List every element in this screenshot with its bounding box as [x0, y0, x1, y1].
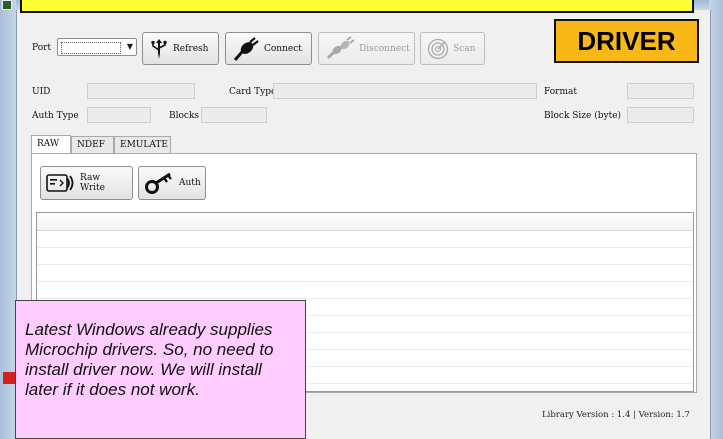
tab-raw-label: RAW	[37, 139, 60, 149]
banner-callout	[20, 0, 694, 13]
plug-icon	[233, 36, 259, 61]
usb-icon	[151, 38, 167, 59]
disconnect-button[interactable]: Disconnect	[318, 32, 415, 65]
table-header	[37, 213, 693, 231]
format-label: Format	[544, 87, 577, 97]
key-icon	[145, 172, 172, 194]
connect-label: Connect	[264, 43, 302, 54]
tab-ndef[interactable]: NDEF	[71, 136, 114, 153]
tab-emulate-label: EMULATE	[120, 140, 168, 150]
block-size-label: Block Size (byte)	[544, 111, 622, 121]
auth-label: Auth	[179, 178, 201, 188]
blocks-label: Blocks	[169, 111, 200, 121]
card-type-field	[273, 83, 537, 99]
port-select-value	[61, 42, 121, 54]
auth-type-field	[87, 107, 151, 123]
scan-button[interactable]: Scan	[420, 32, 485, 65]
port-select[interactable]: ▼	[57, 38, 137, 56]
table-row[interactable]	[37, 265, 693, 282]
radar-icon	[427, 38, 449, 59]
table-row[interactable]	[37, 248, 693, 265]
unplug-icon	[326, 35, 355, 59]
block-size-field	[627, 107, 694, 123]
red-marker	[3, 372, 15, 384]
version-status: Library Version : 1.4 | Version: 1.7	[542, 410, 690, 420]
raw-write-label: Raw Write	[80, 173, 105, 193]
table-row[interactable]	[37, 282, 693, 299]
blocks-field	[201, 107, 267, 123]
uid-field	[87, 83, 195, 99]
auth-button[interactable]: Auth	[138, 166, 206, 200]
note-callout: Latest Windows already supplies Microchi…	[15, 300, 306, 439]
auth-type-label: Auth Type	[32, 111, 79, 121]
raw-write-button[interactable]: Raw Write	[40, 166, 133, 200]
tab-raw[interactable]: RAW	[31, 135, 71, 153]
app-icon	[2, 0, 12, 10]
window-right-border	[709, 0, 723, 439]
nfc-card-icon	[46, 174, 74, 192]
connect-button[interactable]: Connect	[225, 32, 312, 65]
uid-label: UID	[32, 87, 51, 97]
table-row[interactable]	[37, 231, 693, 248]
tab-ndef-label: NDEF	[77, 140, 105, 150]
scan-label: Scan	[453, 43, 476, 54]
port-label: Port	[32, 43, 52, 53]
driver-callout: DRIVER	[554, 19, 699, 63]
format-field	[627, 83, 694, 99]
disconnect-label: Disconnect	[359, 43, 410, 54]
refresh-label: Refresh	[173, 43, 209, 54]
tab-emulate[interactable]: EMULATE	[114, 136, 171, 153]
chevron-down-icon[interactable]: ▼	[127, 42, 133, 51]
refresh-button[interactable]: Refresh	[142, 32, 219, 65]
card-type-label: Card Type	[229, 87, 277, 97]
